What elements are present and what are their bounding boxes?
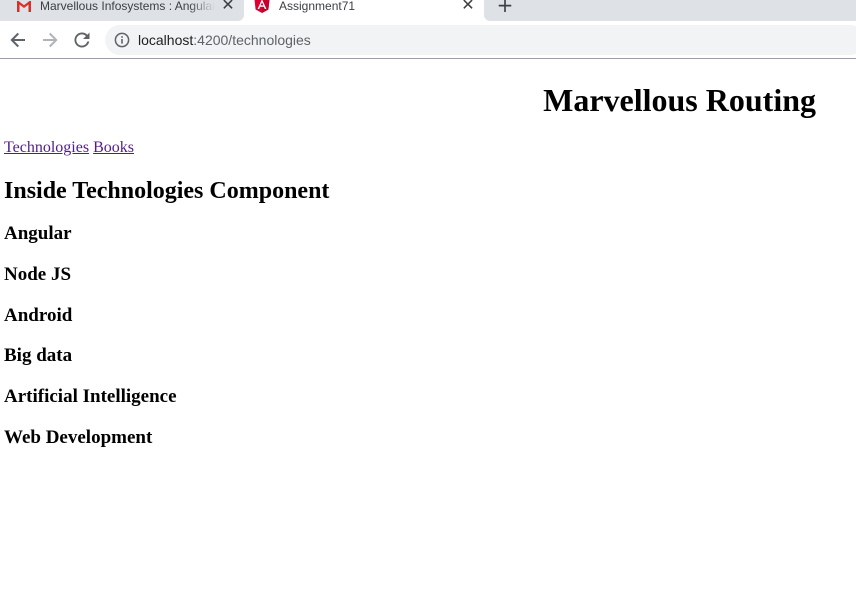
books-link[interactable]: Books [93,139,134,156]
page-title: Marvellous Routing [543,82,816,118]
list-item: Web Development [4,426,153,448]
close-tab-icon[interactable]: ✕ [220,0,236,13]
gmail-icon [16,0,32,13]
new-tab-button[interactable]: + [496,0,514,15]
list-item: Android [4,304,73,326]
url-text[interactable]: localhost:4200/technologies [138,32,311,48]
forward-arrow-icon[interactable] [40,30,60,50]
list-item: Angular [4,223,72,244]
angular-icon [254,0,270,13]
tab-title: Assignment71 [279,0,356,13]
technologies-list: Angular Node JS Android Big data Artific… [4,223,177,468]
info-icon[interactable] [114,32,130,48]
reload-icon[interactable] [72,30,92,50]
url-host: localhost [138,32,194,48]
list-item: Artificial Intelligence [4,386,177,408]
browser-toolbar: localhost:4200/technologies [0,21,856,59]
close-tab-icon[interactable]: ✕ [460,0,476,13]
address-bar[interactable]: localhost:4200/technologies [105,25,856,55]
route-links: Technologies Books [4,138,134,158]
tab-assignment71[interactable]: Assignment71 ✕ [238,0,490,21]
tab-strip: Marvellous Infosystems : Angular ✕ Assig… [0,0,856,21]
back-arrow-icon[interactable] [8,30,28,50]
technologies-link[interactable]: Technologies [4,139,89,156]
section-heading: Inside Technologies Component [4,178,330,204]
tab-title: Marvellous Infosystems : Angular [40,0,215,13]
url-path: :4200/technologies [193,32,311,48]
page-content: Marvellous Routing Technologies Books In… [0,59,856,598]
tab-marvellous-infosystems[interactable]: Marvellous Infosystems : Angular ✕ [0,0,244,21]
list-item: Node JS [4,263,72,285]
list-item: Big data [4,345,73,367]
